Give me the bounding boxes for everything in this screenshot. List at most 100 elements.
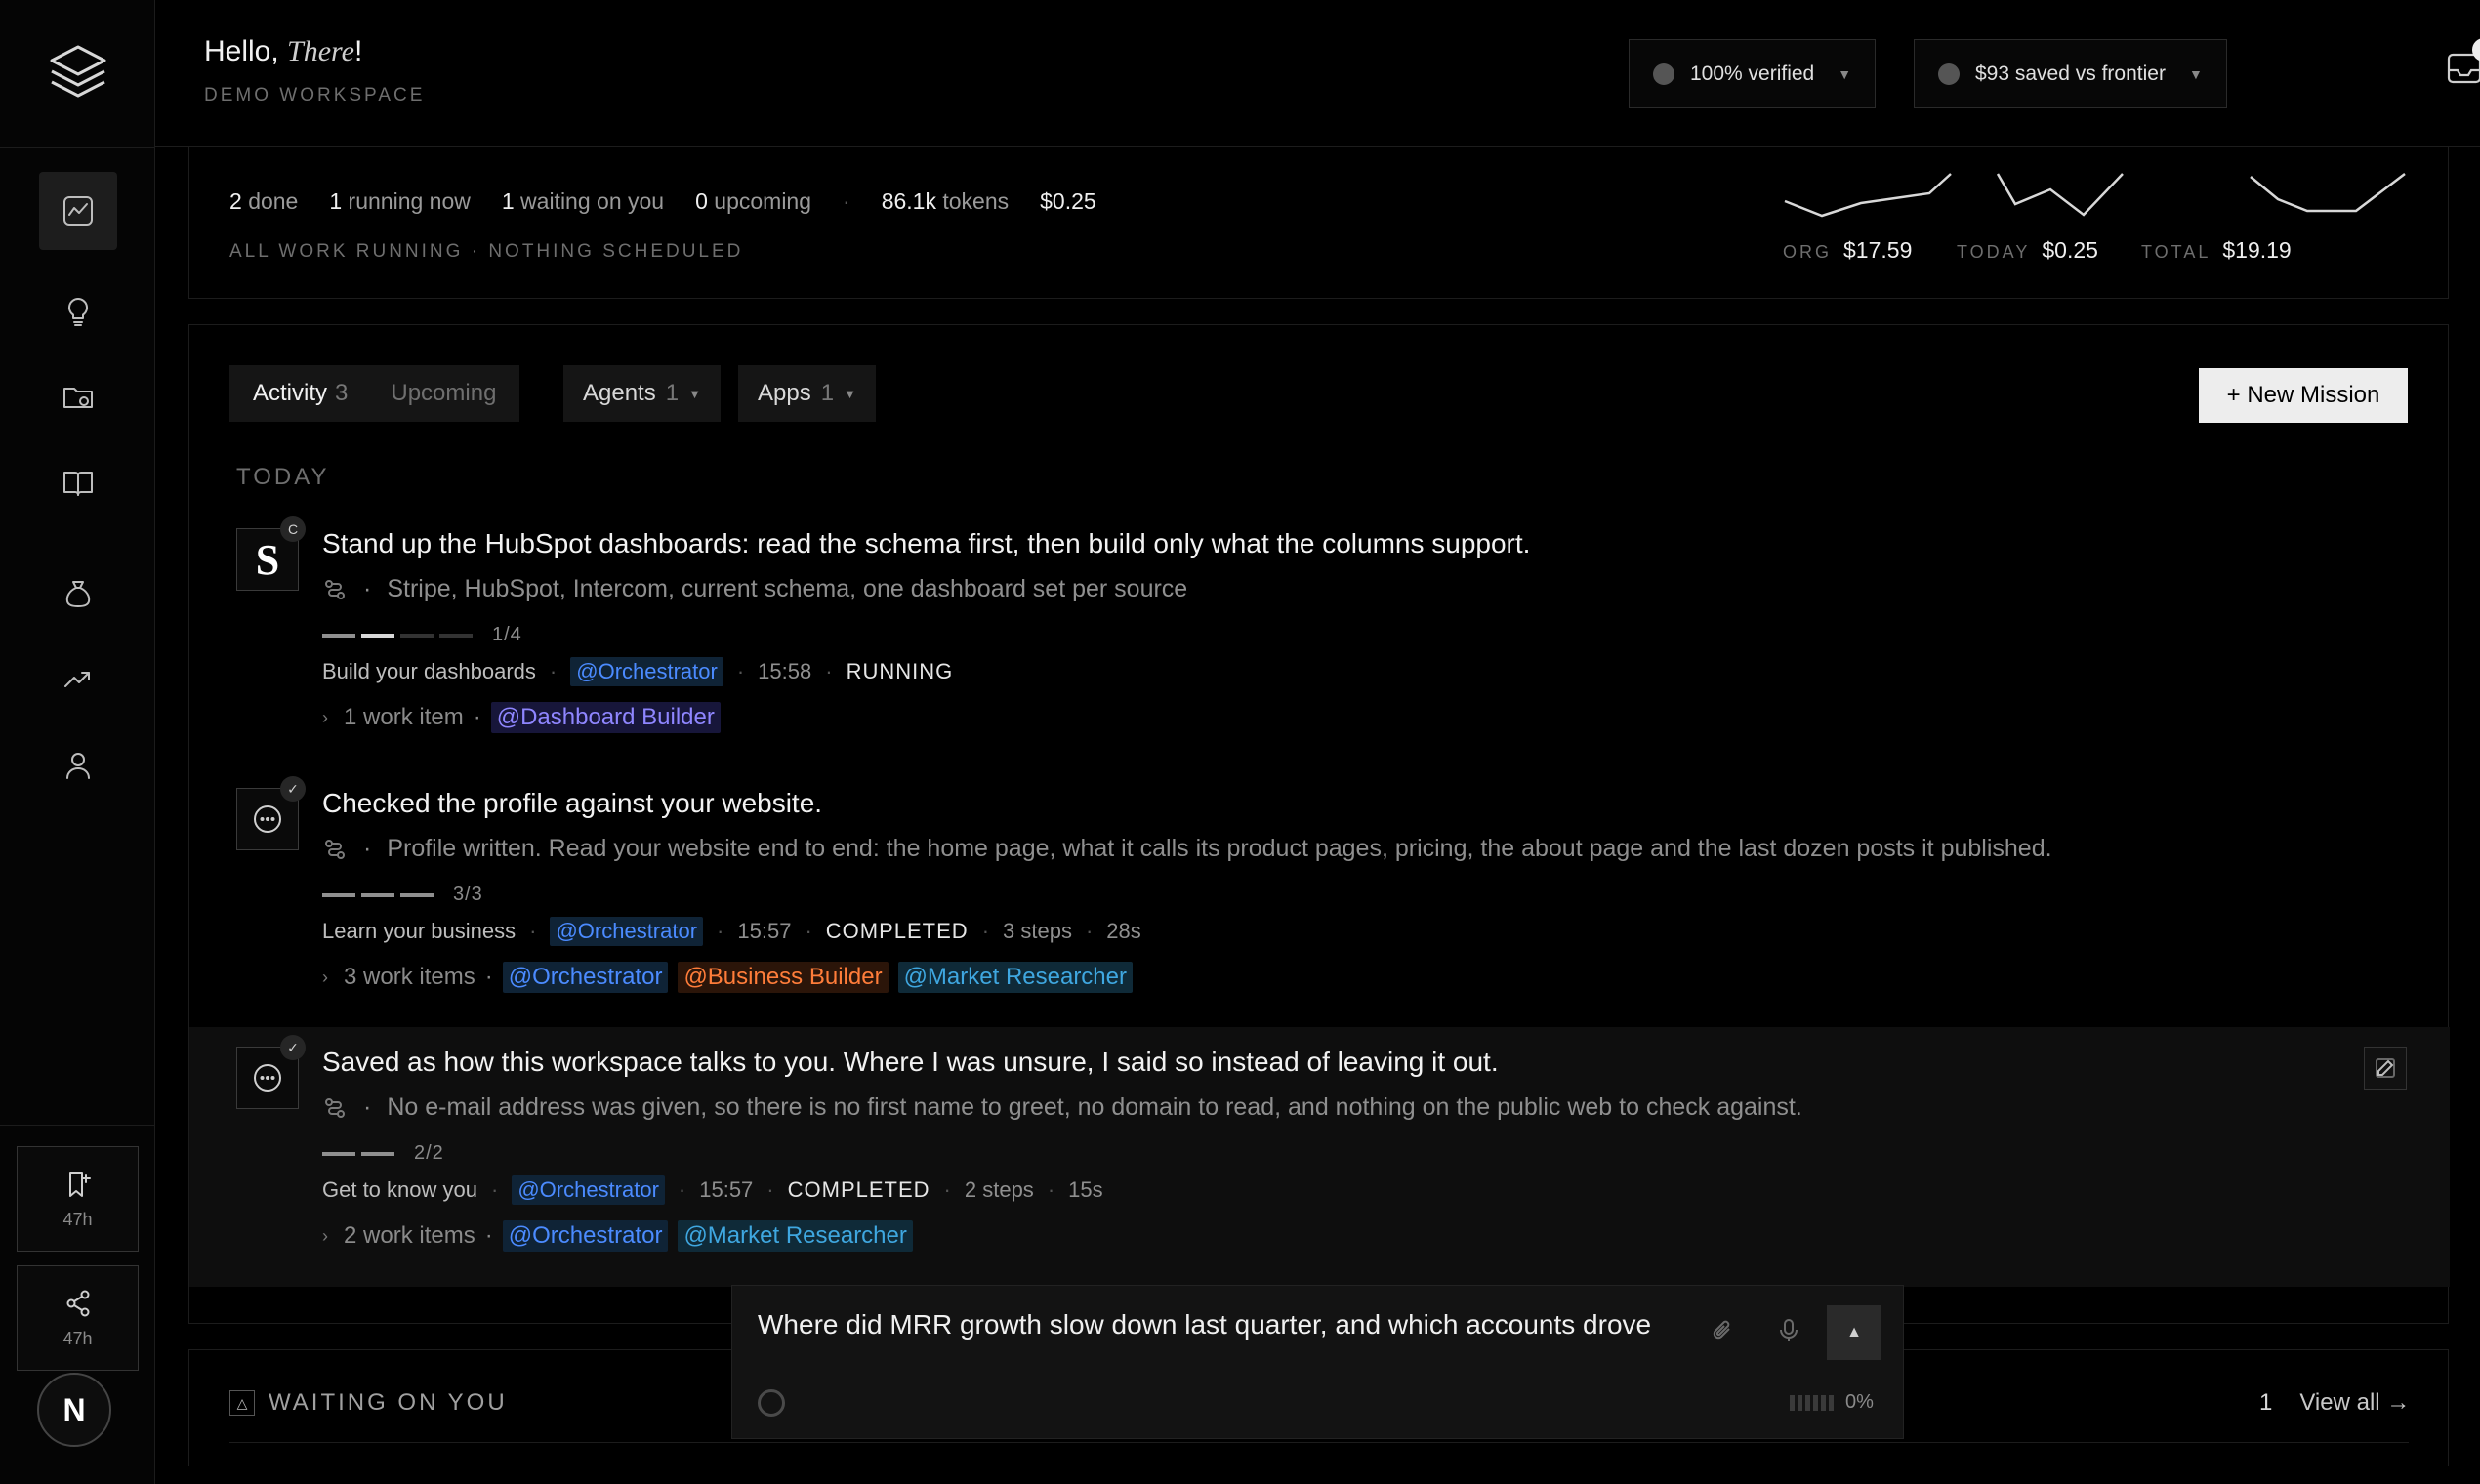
- waiting-heading: △ WAITING ON YOU: [229, 1389, 508, 1417]
- money-bag-icon: [1938, 62, 1960, 85]
- new-mission-button[interactable]: + New Mission: [2199, 368, 2408, 423]
- greeting-bang: !: [353, 35, 363, 67]
- mention-orchestrator[interactable]: @Orchestrator: [550, 917, 704, 946]
- header: Hello, There! DEMO WORKSPACE 100% verifi…: [155, 0, 2480, 147]
- item-meta: Get to know you · @Orchestrator · 15:57 · C…: [322, 1175, 1103, 1205]
- chevron-down-icon: ▼: [2188, 65, 2203, 82]
- savings-label: $93 saved vs frontier: [1975, 62, 2166, 85]
- logo-stack-icon[interactable]: [46, 41, 110, 105]
- agent-badge: C: [280, 516, 306, 542]
- stat-cost: $0.25: [1040, 188, 1096, 214]
- stat-done: 2 done: [229, 188, 299, 214]
- usage-bars-icon: [1790, 1394, 1834, 1411]
- mention-business-builder[interactable]: @Business Builder: [678, 962, 889, 993]
- work-items-toggle[interactable]: › 1 work item · @Dashboard Builder: [322, 702, 721, 733]
- chevron-right-icon: ›: [322, 1225, 328, 1246]
- stat-waiting: 1 waiting on you: [501, 188, 665, 214]
- divider: [0, 147, 155, 148]
- apps-filter[interactable]: Apps 1 ▼: [738, 365, 876, 422]
- user-icon: [66, 753, 90, 779]
- savings-pill[interactable]: $93 saved vs frontier ▼: [1914, 39, 2227, 108]
- nav-ideas[interactable]: [39, 272, 117, 350]
- verified-label: 100% verified: [1690, 62, 1815, 85]
- nav-activity[interactable]: [39, 172, 117, 250]
- item-progress: 2/2: [322, 1142, 444, 1165]
- mention-market-researcher[interactable]: @Market Researcher: [678, 1220, 913, 1252]
- shield-check-icon: [1653, 62, 1674, 85]
- chevron-right-icon: ›: [322, 707, 328, 727]
- nav-knowledge[interactable]: [39, 444, 117, 522]
- agents-filter[interactable]: Agents 1 ▼: [563, 365, 721, 422]
- today-heading: TODAY: [236, 464, 330, 490]
- activity-item[interactable]: S C Stand up the HubSpot dashboards: rea…: [189, 509, 2450, 768]
- cost-total: TOTAL $19.19: [2141, 237, 2292, 263]
- chevron-right-icon: ›: [322, 967, 328, 987]
- item-title: Stand up the HubSpot dashboards: read th…: [322, 528, 1531, 558]
- verified-pill[interactable]: 100% verified ▼: [1629, 39, 1877, 108]
- bookmark-add-icon: [68, 1171, 91, 1197]
- tab-activity[interactable]: Activity 3: [253, 380, 348, 407]
- work-items-toggle[interactable]: › 2 work items · @Orchestrator @Market Re…: [322, 1220, 913, 1252]
- trend-up-icon: [64, 672, 90, 687]
- mention-orchestrator[interactable]: @Orchestrator: [570, 657, 723, 686]
- mention-orchestrator[interactable]: @Orchestrator: [512, 1175, 665, 1205]
- activity-chart-icon: [63, 196, 93, 226]
- bookmark-card-time: 47h: [62, 1209, 93, 1229]
- greeting-name: There: [287, 35, 354, 67]
- chevron-down-icon: ▼: [688, 386, 701, 401]
- bookmark-card[interactable]: 47h: [17, 1146, 139, 1252]
- microphone-icon: [1780, 1319, 1798, 1341]
- activity-item[interactable]: ✓ Saved as how this workspace talks to y…: [189, 1027, 2450, 1287]
- folder-icon: [63, 388, 93, 408]
- composer: Where did MRR growth slow down last quar…: [731, 1285, 1904, 1439]
- share-icon: [66, 1290, 89, 1316]
- workflow-icon: [325, 1097, 345, 1118]
- item-title: Saved as how this workspace talks to you…: [322, 1047, 1499, 1077]
- separator-dot: ·: [843, 188, 850, 214]
- context-usage: 0%: [1790, 1391, 1874, 1414]
- workflow-icon: [325, 579, 345, 599]
- edit-button[interactable]: [2364, 1047, 2407, 1090]
- nav-files[interactable]: [39, 358, 117, 436]
- chevron-down-icon: ▼: [844, 386, 856, 401]
- stats-card: 2 done 1 running now 1 waiting on you 0 …: [188, 147, 2449, 299]
- work-items-toggle[interactable]: › 3 work items · @Orchestrator @Business …: [322, 962, 1133, 993]
- activity-item[interactable]: ✓ Checked the profile against your websi…: [189, 768, 2450, 1028]
- chevron-down-icon: ▼: [1838, 65, 1852, 82]
- book-icon: [63, 472, 93, 496]
- lightbulb-icon: [67, 297, 89, 326]
- send-arrow-icon: ▲: [1846, 1324, 1862, 1340]
- composer-input[interactable]: Where did MRR growth slow down last quar…: [758, 1309, 1705, 1340]
- item-subtitle: · No e-mail address was given, so there i…: [322, 1093, 1802, 1122]
- nav-budget[interactable]: [39, 555, 117, 633]
- context-ring-icon[interactable]: [758, 1389, 785, 1417]
- mention-dashboard-builder[interactable]: @Dashboard Builder: [490, 702, 721, 733]
- divider: [229, 1442, 2409, 1443]
- nav-profile[interactable]: [39, 726, 117, 804]
- waiting-actions: 1 View all →: [2259, 1389, 2410, 1417]
- greeting-hello: Hello,: [204, 35, 279, 67]
- workspace-avatar[interactable]: N: [37, 1373, 111, 1447]
- mention-orchestrator[interactable]: @Orchestrator: [502, 1220, 669, 1252]
- mic-button[interactable]: [1765, 1307, 1812, 1354]
- mention-market-researcher[interactable]: @Market Researcher: [897, 962, 1133, 993]
- send-button[interactable]: ▲: [1827, 1305, 1881, 1360]
- item-title: Checked the profile against your website…: [322, 788, 823, 818]
- item-progress: 3/3: [322, 884, 483, 906]
- status-badge: COMPLETED: [825, 919, 969, 943]
- stat-running: 1 running now: [329, 188, 471, 214]
- stat-upcoming: 0 upcoming: [695, 188, 812, 214]
- attach-button[interactable]: [1700, 1307, 1747, 1354]
- today-sparkline: [1996, 173, 2124, 217]
- nav-analytics[interactable]: [39, 640, 117, 719]
- mention-orchestrator[interactable]: @Orchestrator: [502, 962, 669, 993]
- workspace-name: DEMO WORKSPACE: [204, 85, 426, 105]
- view-all-link[interactable]: View all →: [2299, 1389, 2410, 1417]
- tab-upcoming[interactable]: Upcoming: [391, 380, 496, 407]
- money-bag-icon: [65, 581, 91, 607]
- stat-tokens: 86.1k tokens: [881, 188, 1010, 214]
- sidebar: 47h 47h N: [0, 0, 155, 1484]
- workflow-icon: [325, 839, 345, 859]
- share-card[interactable]: 47h: [17, 1265, 139, 1371]
- cost-today: TODAY $0.25: [1957, 237, 2098, 263]
